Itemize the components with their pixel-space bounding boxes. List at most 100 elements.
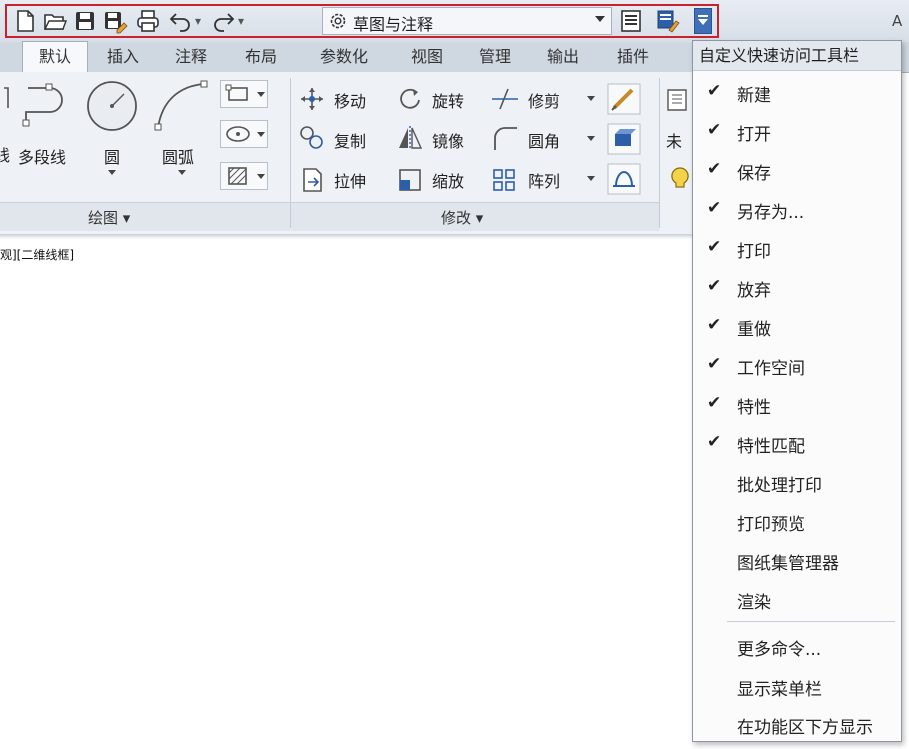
menu-item-print[interactable]: ✔ 打印	[693, 229, 901, 267]
menu-item-label: 特性匹配	[737, 437, 805, 457]
undo-dropdown-icon[interactable]: ▾	[195, 14, 201, 28]
tab-manage[interactable]: 管理	[466, 42, 524, 72]
menu-item-label: 批处理打印	[737, 476, 822, 496]
line-icon-cut	[4, 87, 9, 108]
draw-panel-footer[interactable]: 绘图 ▾	[0, 202, 290, 231]
arc-dropdown-icon[interactable]	[178, 170, 186, 175]
menu-item-batch-plot[interactable]: 批处理打印	[693, 463, 901, 501]
line-label-cut: 线	[0, 146, 11, 165]
tab-layout[interactable]: 布局	[232, 42, 290, 72]
menu-item-open[interactable]: ✔ 打开	[693, 112, 901, 150]
open-icon[interactable]	[42, 8, 68, 34]
workspace-selector[interactable]: 草图与注释	[322, 7, 612, 35]
menu-item-show-below-ribbon[interactable]: 在功能区下方显示	[693, 705, 901, 743]
menu-item-match-properties[interactable]: ✔ 特性匹配	[693, 424, 901, 462]
undo-icon[interactable]	[168, 8, 194, 34]
check-icon: ✔	[707, 393, 722, 413]
menu-item-label: 打印	[737, 242, 771, 262]
copy-icon	[300, 126, 323, 149]
tab-parametric[interactable]: 参数化	[306, 42, 382, 72]
menu-item-save[interactable]: ✔ 保存	[693, 151, 901, 189]
ribbon-panel: 线 多段线 圆 圆弧 绘图 ▾ 移动 旋转 修剪 复制 镜像 圆角 拉伸 缩放 …	[0, 72, 692, 235]
rotate-button[interactable]: 旋转	[432, 88, 464, 112]
polyline-button[interactable]	[18, 80, 78, 136]
menu-item-undo[interactable]: ✔ 放弃	[693, 268, 901, 306]
circle-dropdown-icon[interactable]	[108, 170, 116, 175]
trim-dropdown-icon[interactable]	[587, 96, 595, 101]
hatch-button[interactable]	[220, 162, 268, 190]
menu-item-redo[interactable]: ✔ 重做	[693, 307, 901, 345]
viewport-label[interactable]: 观][二维线框]	[0, 246, 74, 263]
array-dropdown-icon[interactable]	[587, 176, 595, 181]
offset-icon[interactable]	[606, 122, 642, 156]
ellipse-button[interactable]	[220, 120, 268, 148]
modify-panel-footer[interactable]: 修改 ▾	[291, 202, 659, 231]
layer-properties-icon[interactable]	[664, 84, 692, 114]
menu-item-label: 渲染	[737, 593, 771, 613]
tab-insert[interactable]: 插入	[94, 42, 152, 72]
match-properties-icon[interactable]	[655, 8, 681, 34]
copy-button[interactable]: 复制	[334, 128, 366, 152]
redo-icon[interactable]	[210, 8, 236, 34]
trim-button[interactable]: 修剪	[528, 88, 560, 112]
move-button[interactable]: 移动	[334, 88, 366, 112]
array-icon	[493, 169, 515, 191]
stretch-icon	[303, 168, 322, 192]
ellipse-dropdown-icon	[257, 132, 265, 137]
move-icon	[301, 88, 323, 110]
print-icon[interactable]	[135, 8, 161, 34]
redo-dropdown-icon[interactable]: ▾	[238, 14, 244, 28]
menu-item-show-menu-bar[interactable]: 显示菜单栏	[693, 667, 901, 705]
check-icon: ✔	[707, 159, 722, 179]
menu-item-label: 图纸集管理器	[737, 554, 839, 574]
fillet-dropdown-icon[interactable]	[587, 136, 595, 141]
circle-icon	[87, 81, 137, 131]
fillet-button[interactable]: 圆角	[528, 128, 560, 152]
modify-panel-title: 修改 ▾	[441, 209, 484, 227]
check-icon: ✔	[707, 81, 722, 101]
menu-item-save-as[interactable]: ✔ 另存为...	[693, 190, 901, 228]
mirror-icon	[399, 126, 423, 150]
menu-item-label: 新建	[737, 86, 771, 106]
rectangle-button[interactable]	[220, 80, 268, 108]
menu-item-properties[interactable]: ✔ 特性	[693, 385, 901, 423]
mirror-button[interactable]: 镜像	[432, 128, 464, 152]
circle-label[interactable]: 圆	[104, 144, 120, 168]
check-icon: ✔	[707, 198, 722, 218]
qat-customize-button[interactable]	[694, 8, 712, 34]
menu-item-more-commands[interactable]: 更多命令...	[693, 627, 901, 665]
circle-button[interactable]	[84, 78, 140, 134]
properties-icon[interactable]	[618, 8, 644, 34]
save-icon[interactable]	[72, 8, 98, 34]
menu-item-new[interactable]: ✔ 新建	[693, 73, 901, 111]
stretch-button[interactable]: 拉伸	[334, 168, 366, 192]
polyline-label[interactable]: 多段线	[18, 144, 66, 168]
menu-item-sheet-set-manager[interactable]: 图纸集管理器	[693, 541, 901, 579]
menu-title: 自定义快速访问工具栏	[693, 41, 901, 71]
tab-output[interactable]: 输出	[534, 42, 592, 72]
menu-item-plot-preview[interactable]: 打印预览	[693, 502, 901, 540]
menu-item-workspace[interactable]: ✔ 工作空间	[693, 346, 901, 384]
menu-item-render[interactable]: 渲染	[693, 580, 901, 618]
check-icon: ✔	[707, 237, 722, 257]
tab-annotate[interactable]: 注释	[162, 42, 220, 72]
new-icon[interactable]	[12, 8, 38, 34]
scale-button[interactable]: 缩放	[432, 168, 464, 192]
join-icon[interactable]	[606, 162, 642, 196]
workspace-label: 草图与注释	[353, 15, 434, 34]
rotate-icon	[400, 88, 420, 109]
save-as-icon[interactable]	[102, 8, 128, 34]
arc-icon	[154, 80, 208, 131]
panel-separator	[659, 78, 660, 228]
tab-default[interactable]: 默认	[22, 41, 88, 74]
arc-label[interactable]: 圆弧	[162, 144, 194, 168]
check-icon: ✔	[707, 276, 722, 296]
arc-button[interactable]	[150, 78, 210, 134]
customize-qat-menu: 自定义快速访问工具栏 ✔ 新建 ✔ 打开 ✔ 保存 ✔ 另存为... ✔ 打印 ✔ 放弃 ✔…	[692, 40, 902, 742]
title-bar-text: A	[892, 12, 903, 30]
explode-icon[interactable]	[606, 82, 642, 116]
tab-plugins[interactable]: 插件	[604, 42, 662, 72]
lightbulb-icon[interactable]	[668, 164, 692, 194]
array-button[interactable]: 阵列	[528, 168, 560, 192]
tab-view[interactable]: 视图	[398, 42, 456, 72]
